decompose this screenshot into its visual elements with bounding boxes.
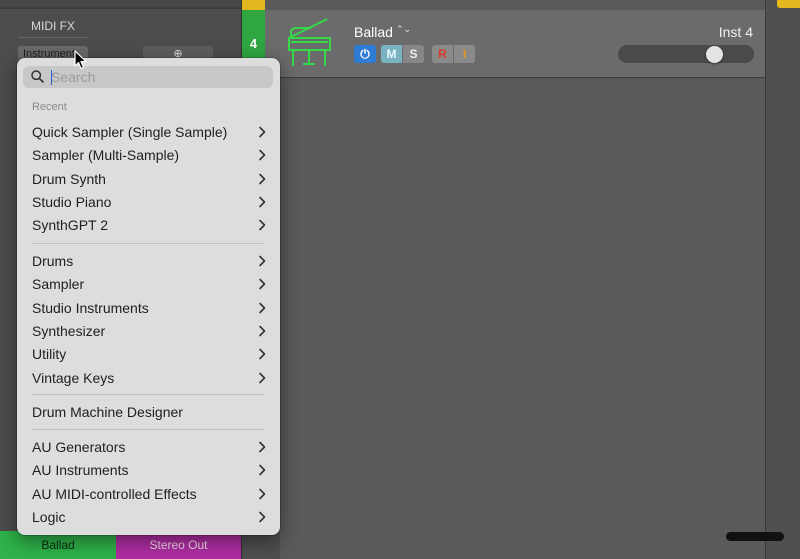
menu-separator	[32, 394, 265, 395]
menu-item-label: Sampler (Multi-Sample)	[32, 147, 180, 163]
menu-item-au-midi-controlled-effects[interactable]: AU MIDI-controlled Effects	[23, 483, 274, 506]
chevron-right-icon	[259, 372, 266, 384]
menu-item-label: AU MIDI-controlled Effects	[32, 486, 197, 502]
track-header[interactable]	[265, 10, 765, 78]
menu-item-label: Utility	[32, 346, 67, 362]
chevron-right-icon	[259, 126, 266, 138]
menu-item-label: Sampler	[32, 276, 85, 292]
menu-item-quick-sampler-single-sample[interactable]: Quick Sampler (Single Sample)	[23, 121, 274, 144]
channel-strip-name-ballad[interactable]: Ballad	[0, 531, 116, 559]
menu-item-label: Synthesizer	[32, 323, 106, 339]
menu-item-label: Studio Instruments	[32, 300, 149, 316]
track-power-button[interactable]: ⏻	[354, 45, 376, 63]
chevron-right-icon	[259, 255, 266, 267]
mute-button[interactable]: M	[381, 45, 402, 63]
menu-item-drums[interactable]: Drums	[23, 250, 274, 273]
menu-item-logic[interactable]: Logic	[23, 506, 274, 529]
menu-item-drum-synth[interactable]: Drum Synth	[23, 168, 274, 191]
chevron-right-icon	[259, 488, 266, 500]
instrument-plugin-menu: Recent Quick Sampler (Single Sample) Samp…	[17, 58, 280, 535]
chevron-right-icon	[259, 196, 266, 208]
previous-track-strip	[265, 0, 765, 10]
chevron-right-icon	[259, 325, 266, 337]
volume-slider[interactable]	[618, 45, 754, 63]
grand-piano-icon	[288, 18, 331, 66]
menu-item-label: Quick Sampler (Single Sample)	[32, 124, 228, 140]
menu-item-label: SynthGPT 2	[32, 217, 109, 233]
search-input[interactable]	[51, 68, 261, 86]
previous-track-color	[242, 0, 265, 10]
instrument-name[interactable]: Inst 4	[700, 24, 753, 40]
menu-item-label: Studio Piano	[32, 194, 112, 210]
search-icon	[31, 70, 44, 83]
chevron-right-icon	[259, 302, 266, 314]
chevron-right-icon	[259, 348, 266, 360]
menu-item-label: Vintage Keys	[32, 370, 115, 386]
menu-search-box[interactable]	[23, 66, 273, 88]
track-area-empty[interactable]	[280, 79, 765, 559]
midi-fx-divider	[18, 37, 88, 38]
region-area-edge	[765, 0, 800, 559]
menu-separator	[32, 429, 265, 430]
menu-item-label: Drum Synth	[32, 171, 106, 187]
track-name[interactable]: Ballad	[354, 24, 393, 40]
menu-item-au-generators[interactable]: AU Generators	[23, 436, 274, 459]
menu-item-label: AU Generators	[32, 439, 126, 455]
menu-item-label: Logic	[32, 509, 66, 525]
menu-item-studio-piano[interactable]: Studio Piano	[23, 191, 274, 214]
chevron-right-icon	[259, 441, 266, 453]
menu-item-sampler-multi-sample[interactable]: Sampler (Multi-Sample)	[23, 144, 274, 167]
mouse-cursor-icon	[74, 50, 87, 70]
chevron-right-icon	[259, 219, 266, 231]
chevron-right-icon	[259, 511, 266, 523]
channel-strip-name-stereo-out[interactable]: Stereo Out	[116, 531, 241, 559]
input-monitor-button[interactable]: I	[454, 45, 475, 63]
track-name-chevron-icon[interactable]: ⌃⌄	[396, 25, 411, 34]
menu-item-utility[interactable]: Utility	[23, 343, 274, 366]
menu-item-studio-instruments[interactable]: Studio Instruments	[23, 297, 274, 320]
chevron-right-icon	[259, 464, 266, 476]
menu-item-label: AU Instruments	[32, 462, 129, 478]
menu-separator	[32, 243, 265, 244]
chevron-right-icon	[259, 149, 266, 161]
menu-item-au-instruments[interactable]: AU Instruments	[23, 459, 274, 482]
menu-item-drum-machine-designer[interactable]: Drum Machine Designer	[23, 401, 274, 424]
inspector-top-edge	[0, 0, 241, 8]
region-yellow-marker	[777, 0, 800, 8]
recent-section-header: Recent	[32, 101, 67, 113]
text-caret	[51, 70, 52, 85]
chevron-right-icon	[259, 278, 266, 290]
scrollbar-thumb[interactable]	[726, 532, 784, 541]
menu-item-label: Drums	[32, 253, 74, 269]
inspector-divider	[0, 8, 241, 9]
menu-item-synthesizer[interactable]: Synthesizer	[23, 320, 274, 343]
menu-item-label: Drum Machine Designer	[32, 404, 183, 420]
midi-fx-label[interactable]: MIDI FX	[31, 19, 75, 33]
chevron-right-icon	[259, 173, 266, 185]
menu-item-vintage-keys[interactable]: Vintage Keys	[23, 367, 274, 390]
record-enable-button[interactable]: R	[432, 45, 453, 63]
solo-button[interactable]: S	[403, 45, 424, 63]
volume-slider-knob[interactable]	[706, 46, 723, 63]
menu-item-sampler[interactable]: Sampler	[23, 273, 274, 296]
menu-item-synthgpt-2[interactable]: SynthGPT 2	[23, 214, 274, 237]
